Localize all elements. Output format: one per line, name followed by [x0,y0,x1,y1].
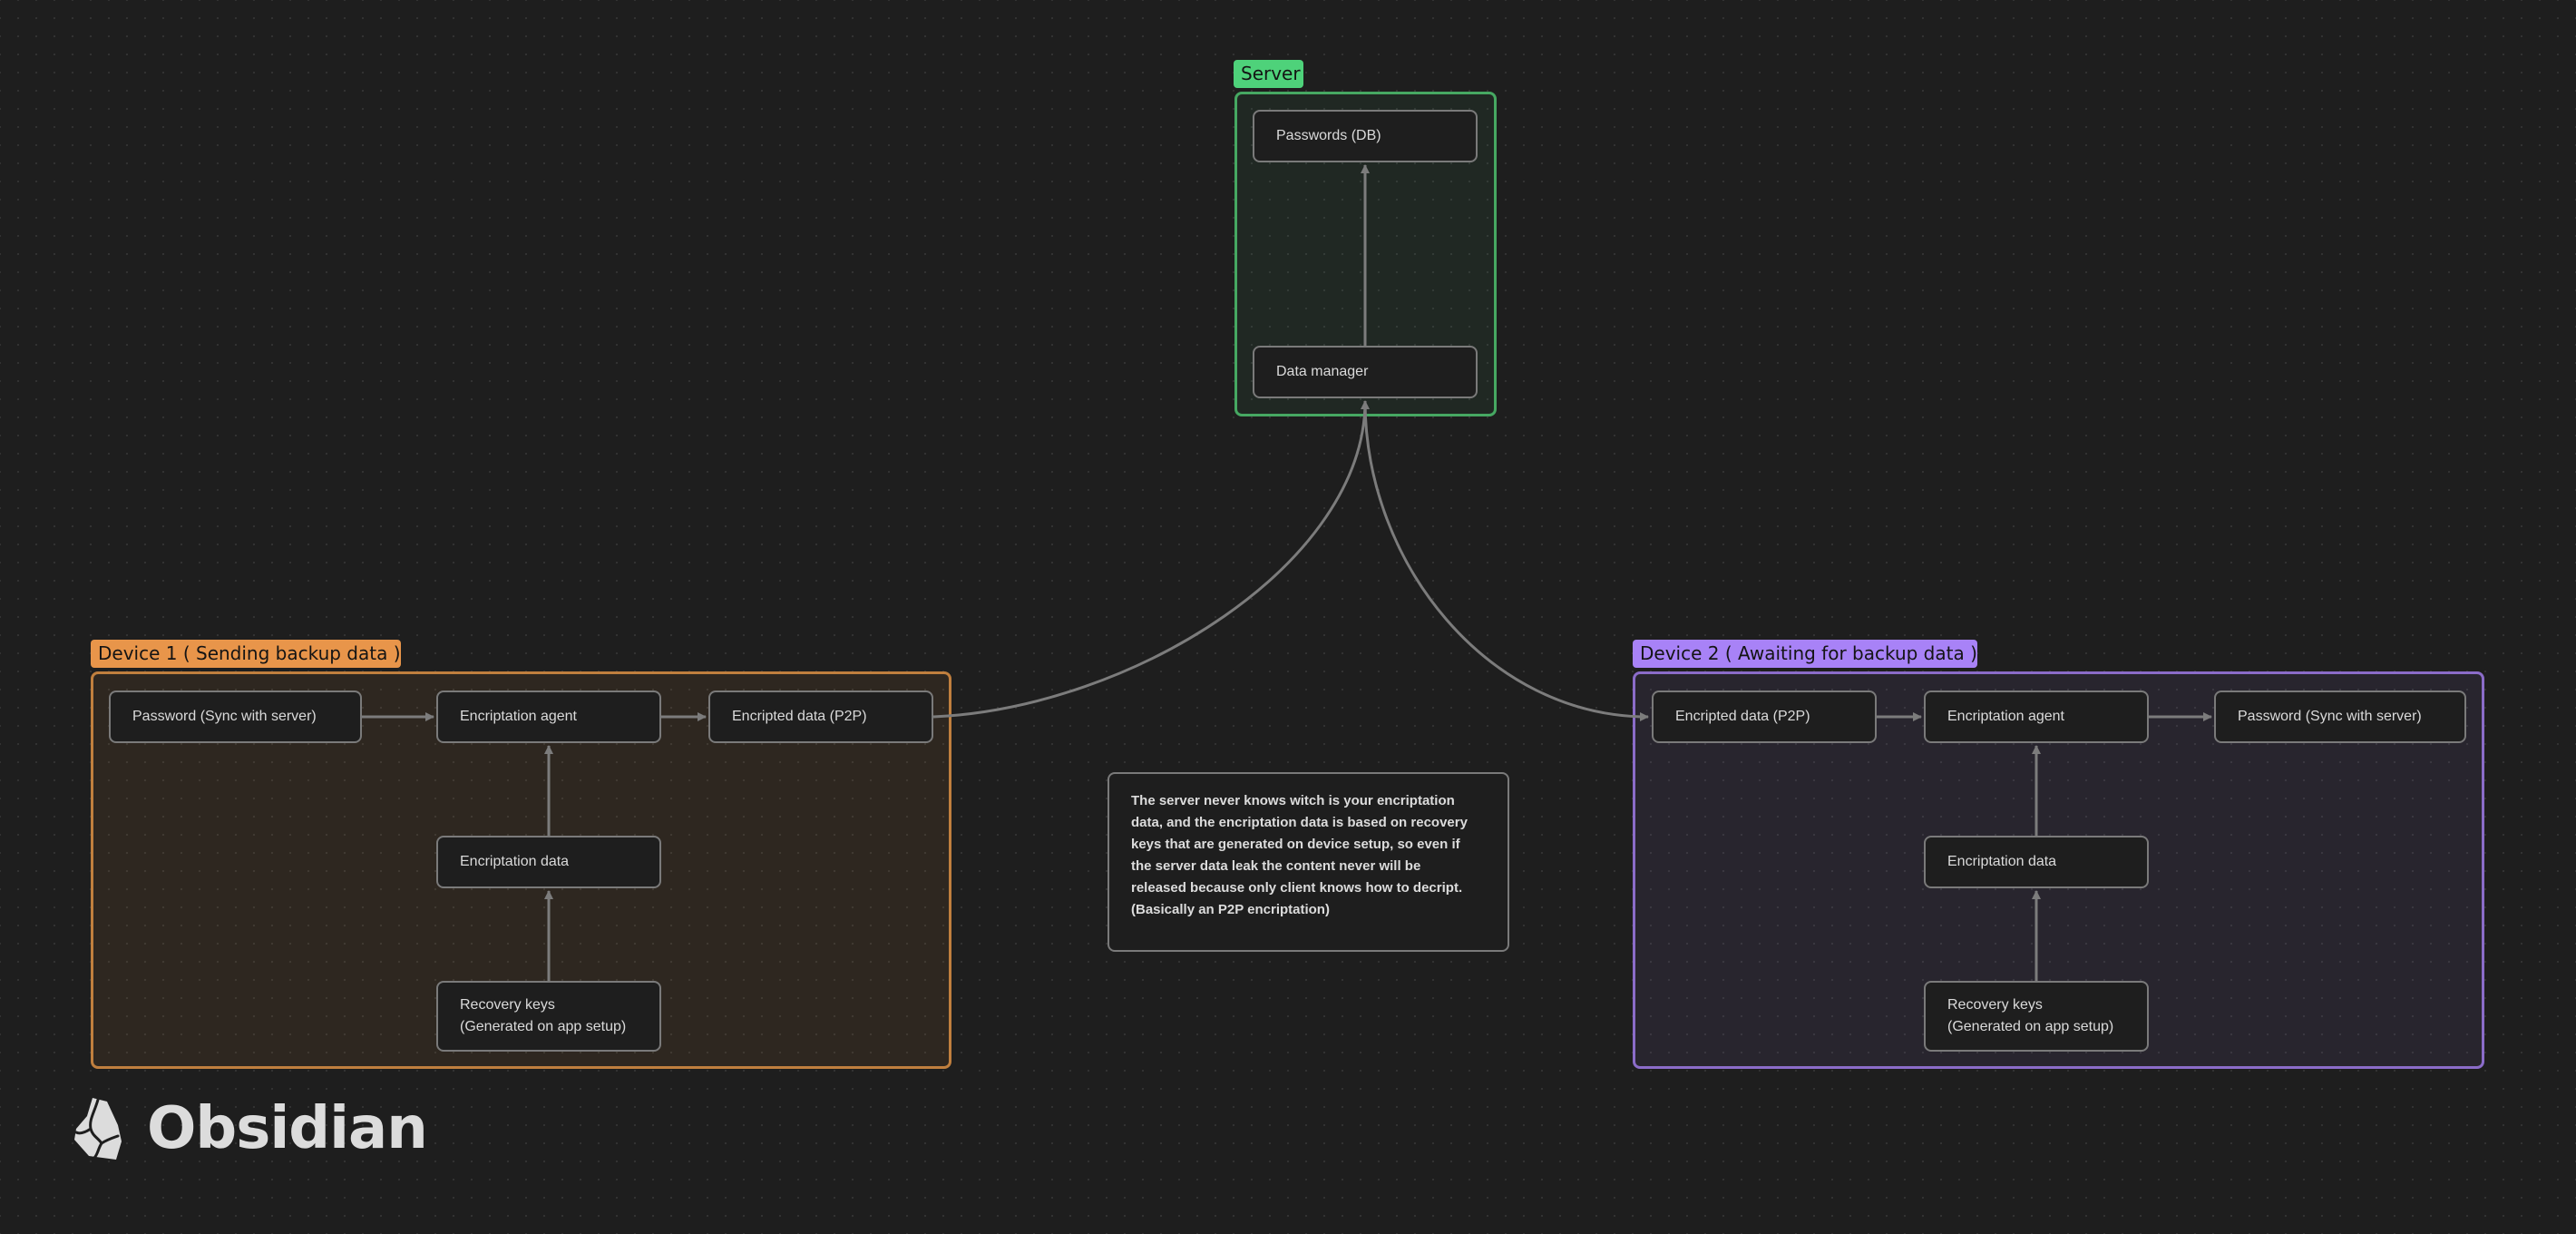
note-line: released because only client knows how t… [1131,880,1463,896]
note-line: The server never knows witch is your enc… [1131,793,1455,808]
group-label-device-2[interactable]: Device 2 ( Awaiting for backup data ) [1633,640,1977,668]
node-text: Passwords (DB) [1276,128,1381,143]
canvas[interactable]: Server Device 1 ( Sending backup data ) … [0,0,2576,1234]
node-text: (Generated on app setup) [1947,1019,2114,1034]
note-card[interactable]: The server never knows witch is your enc… [1107,772,1509,952]
node-dev2-encriptation-data[interactable]: Encriptation data [1924,836,2149,888]
node-text: Encriptation data [460,854,570,869]
node-text: Encriptation data [1947,854,2057,869]
node-data-manager[interactable]: Data manager [1253,346,1478,398]
note-line: data, and the encriptation data is based… [1131,815,1468,830]
group-label-device-1[interactable]: Device 1 ( Sending backup data ) [91,640,401,668]
node-text: Data manager [1276,364,1369,379]
node-dev2-password-sync[interactable]: Password (Sync with server) [2214,690,2466,743]
node-text: Password (Sync with server) [132,709,317,724]
node-text: Password (Sync with server) [2238,709,2422,724]
obsidian-logo: Obsidian [71,1094,428,1163]
node-dev1-encriptation-agent[interactable]: Encriptation agent [436,690,661,743]
group-label-server[interactable]: Server [1234,60,1303,88]
note-line: keys that are generated on device setup,… [1131,837,1460,852]
node-dev2-encriptation-agent[interactable]: Encriptation agent [1924,690,2149,743]
node-text: Encripted data (P2P) [1675,709,1810,724]
node-text: Encriptation agent [1947,709,2064,724]
logo-text: Obsidian [147,1095,428,1162]
note-line: the server data leak the content never w… [1131,858,1421,874]
node-dev1-encriptation-data[interactable]: Encriptation data [436,836,661,888]
node-text: Recovery keys [460,997,555,1013]
node-text: Recovery keys [1947,997,2043,1013]
edge-dev1-encripted-to-datamanager[interactable] [932,400,1370,719]
node-dev1-recovery-keys[interactable]: Recovery keys (Generated on app setup) [436,981,661,1052]
obsidian-crystal-icon [74,1098,122,1160]
node-text: (Generated on app setup) [460,1019,627,1034]
node-passwords-db[interactable]: Passwords (DB) [1253,110,1478,162]
node-dev1-encripted-data[interactable]: Encripted data (P2P) [708,690,933,743]
node-text: Encripted data (P2P) [732,709,867,724]
node-dev1-password-sync[interactable]: Password (Sync with server) [109,690,362,743]
note-line: (Basically an P2P encriptation) [1131,902,1330,917]
edge-datamanager-to-dev2-encripted[interactable] [1363,400,1649,721]
node-dev2-encripted-data[interactable]: Encripted data (P2P) [1652,690,1877,743]
node-dev2-recovery-keys[interactable]: Recovery keys (Generated on app setup) [1924,981,2149,1052]
node-text: Encriptation agent [460,709,577,724]
